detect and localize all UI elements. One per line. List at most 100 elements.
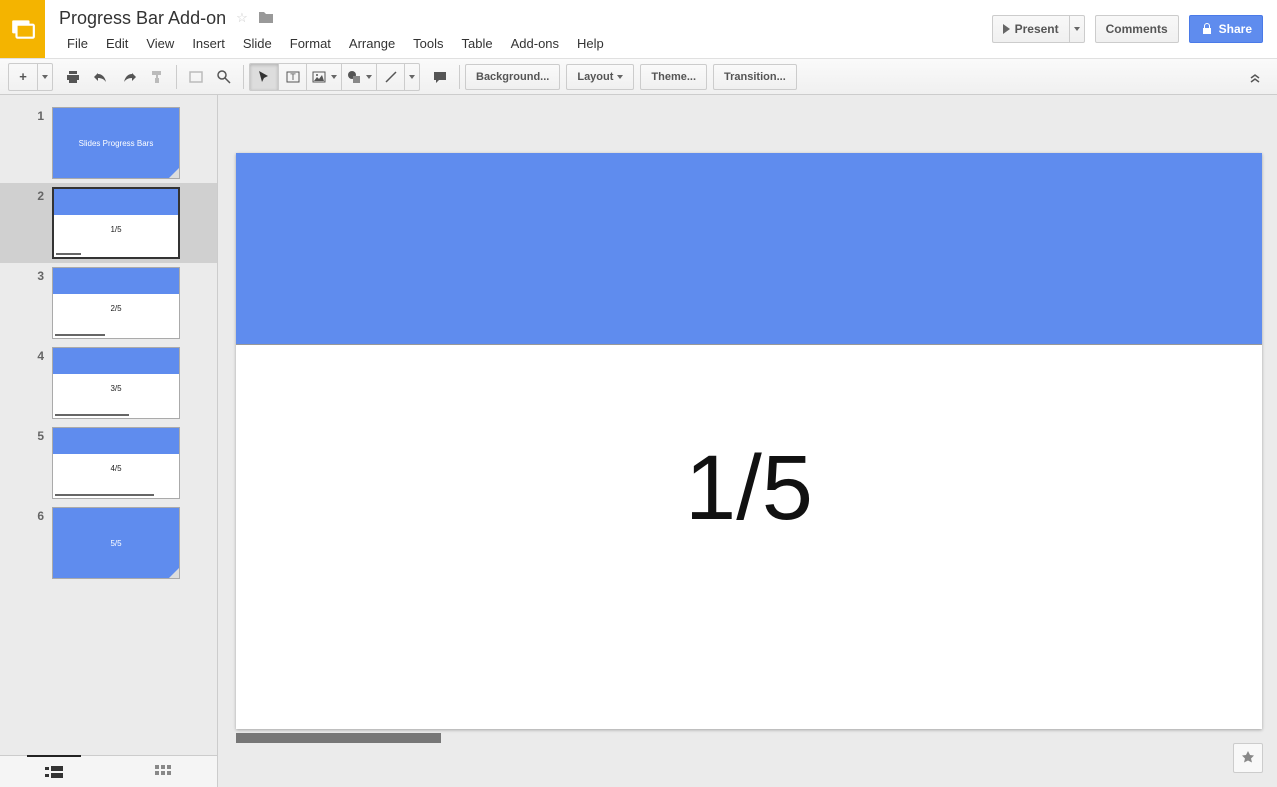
new-slide-button[interactable]: +	[9, 64, 37, 90]
slide-thumbnail[interactable]: 21/5	[0, 183, 217, 263]
zoom-icon	[216, 69, 232, 85]
slide-thumbnail[interactable]: 43/5	[0, 343, 217, 423]
separator	[176, 65, 177, 89]
lock-icon	[1200, 22, 1214, 36]
comments-button[interactable]: Comments	[1095, 15, 1179, 43]
theme-label: Theme...	[651, 71, 696, 83]
comment-icon	[432, 69, 448, 85]
thumbnail-preview: 5/5	[52, 507, 180, 579]
paint-format-button	[143, 64, 171, 90]
menu-format[interactable]: Format	[282, 34, 339, 53]
chevron-down-icon	[42, 75, 48, 79]
slide-thumbnail[interactable]: 1Slides Progress Bars	[0, 103, 217, 183]
menu-arrange[interactable]: Arrange	[341, 34, 403, 53]
menu-file[interactable]: File	[59, 34, 96, 53]
chevron-down-icon	[331, 75, 337, 79]
menu-addons[interactable]: Add-ons	[503, 34, 567, 53]
separator	[243, 65, 244, 89]
share-label: Share	[1219, 22, 1252, 36]
star-icon[interactable]: ☆	[236, 10, 248, 26]
share-button[interactable]: Share	[1189, 15, 1263, 43]
shape-tool-button[interactable]	[341, 64, 376, 90]
chevron-down-icon	[617, 75, 623, 79]
textbox-tool-button[interactable]: T	[278, 64, 306, 90]
cursor-icon	[257, 70, 271, 84]
background-button[interactable]: Background...	[465, 64, 560, 90]
canvas-area[interactable]: 1/5	[218, 95, 1277, 787]
svg-text:T: T	[290, 72, 296, 82]
explore-button[interactable]	[1233, 743, 1263, 773]
menu-slide[interactable]: Slide	[235, 34, 280, 53]
shape-icon	[346, 69, 362, 85]
menu-bar: File Edit View Insert Slide Format Arran…	[59, 32, 992, 54]
zoom-fit-button	[182, 64, 210, 90]
menu-tools[interactable]: Tools	[405, 34, 451, 53]
document-title[interactable]: Progress Bar Add-on	[59, 8, 226, 29]
menu-help[interactable]: Help	[569, 34, 612, 53]
thumbnail-list: 1Slides Progress Bars21/532/543/554/565/…	[0, 103, 217, 755]
toolbar: + T Background... Layout Theme... Transi…	[0, 59, 1277, 95]
thumbnail-preview: 2/5	[52, 267, 180, 339]
thumbnail-preview: Slides Progress Bars	[52, 107, 180, 179]
main-area: 1Slides Progress Bars21/532/543/554/565/…	[0, 95, 1277, 787]
menu-insert[interactable]: Insert	[184, 34, 233, 53]
select-tool-group: T	[249, 63, 420, 91]
zoom-button[interactable]	[210, 64, 238, 90]
print-icon	[65, 69, 81, 85]
slide-canvas[interactable]: 1/5	[236, 153, 1262, 729]
layout-label: Layout	[577, 71, 613, 83]
chevron-down-icon	[409, 75, 415, 79]
collapse-toolbar-button[interactable]	[1241, 64, 1269, 90]
line-tool-button[interactable]	[376, 64, 404, 90]
menu-edit[interactable]: Edit	[98, 34, 136, 53]
chevron-down-icon	[1074, 27, 1080, 31]
present-button[interactable]: Present	[992, 15, 1069, 43]
thumbnail-preview: 3/5	[52, 347, 180, 419]
menu-view[interactable]: View	[138, 34, 182, 53]
textbox-icon: T	[285, 69, 301, 85]
present-label: Present	[1015, 22, 1059, 36]
select-tool-button[interactable]	[250, 64, 278, 90]
new-slide-dropdown[interactable]	[37, 64, 52, 90]
slide-header-bar	[236, 153, 1262, 345]
filmstrip-view-button[interactable]	[0, 756, 109, 787]
thumbnail-number: 6	[0, 507, 52, 523]
explore-icon	[1240, 750, 1256, 766]
paint-roller-icon	[149, 69, 165, 85]
slide-thumbnail[interactable]: 32/5	[0, 263, 217, 343]
folder-icon[interactable]	[258, 10, 274, 27]
redo-icon	[121, 69, 137, 85]
slide-thumbnail[interactable]: 54/5	[0, 423, 217, 503]
thumbnail-number: 1	[0, 107, 52, 123]
layout-button[interactable]: Layout	[566, 64, 634, 90]
slide-thumbnail[interactable]: 65/5	[0, 503, 217, 583]
image-tool-button[interactable]	[306, 64, 341, 90]
undo-button[interactable]	[87, 64, 115, 90]
transition-button[interactable]: Transition...	[713, 64, 797, 90]
app-header: Progress Bar Add-on ☆ File Edit View Ins…	[0, 0, 1277, 59]
thumbnail-number: 2	[0, 187, 52, 203]
comments-label: Comments	[1106, 22, 1168, 36]
thumbnail-number: 3	[0, 267, 52, 283]
slides-logo[interactable]	[0, 0, 45, 58]
grid-view-button[interactable]	[109, 756, 218, 787]
slide-progress-bar	[236, 733, 441, 743]
redo-button[interactable]	[115, 64, 143, 90]
thumbnail-number: 5	[0, 427, 52, 443]
background-label: Background...	[476, 71, 549, 83]
view-toggle	[0, 755, 217, 787]
comment-tool-button[interactable]	[426, 64, 454, 90]
line-tool-dropdown[interactable]	[404, 64, 419, 90]
present-dropdown[interactable]	[1069, 15, 1085, 43]
chevron-down-icon	[366, 75, 372, 79]
header-right: Present Comments Share	[992, 0, 1277, 58]
print-button[interactable]	[59, 64, 87, 90]
undo-icon	[93, 69, 109, 85]
filmstrip-sidebar: 1Slides Progress Bars21/532/543/554/565/…	[0, 95, 218, 787]
image-icon	[311, 69, 327, 85]
title-row: Progress Bar Add-on ☆	[59, 4, 992, 32]
menu-table[interactable]: Table	[454, 34, 501, 53]
thumbnail-number: 4	[0, 347, 52, 363]
thumbnail-preview: 1/5	[52, 187, 180, 259]
theme-button[interactable]: Theme...	[640, 64, 707, 90]
